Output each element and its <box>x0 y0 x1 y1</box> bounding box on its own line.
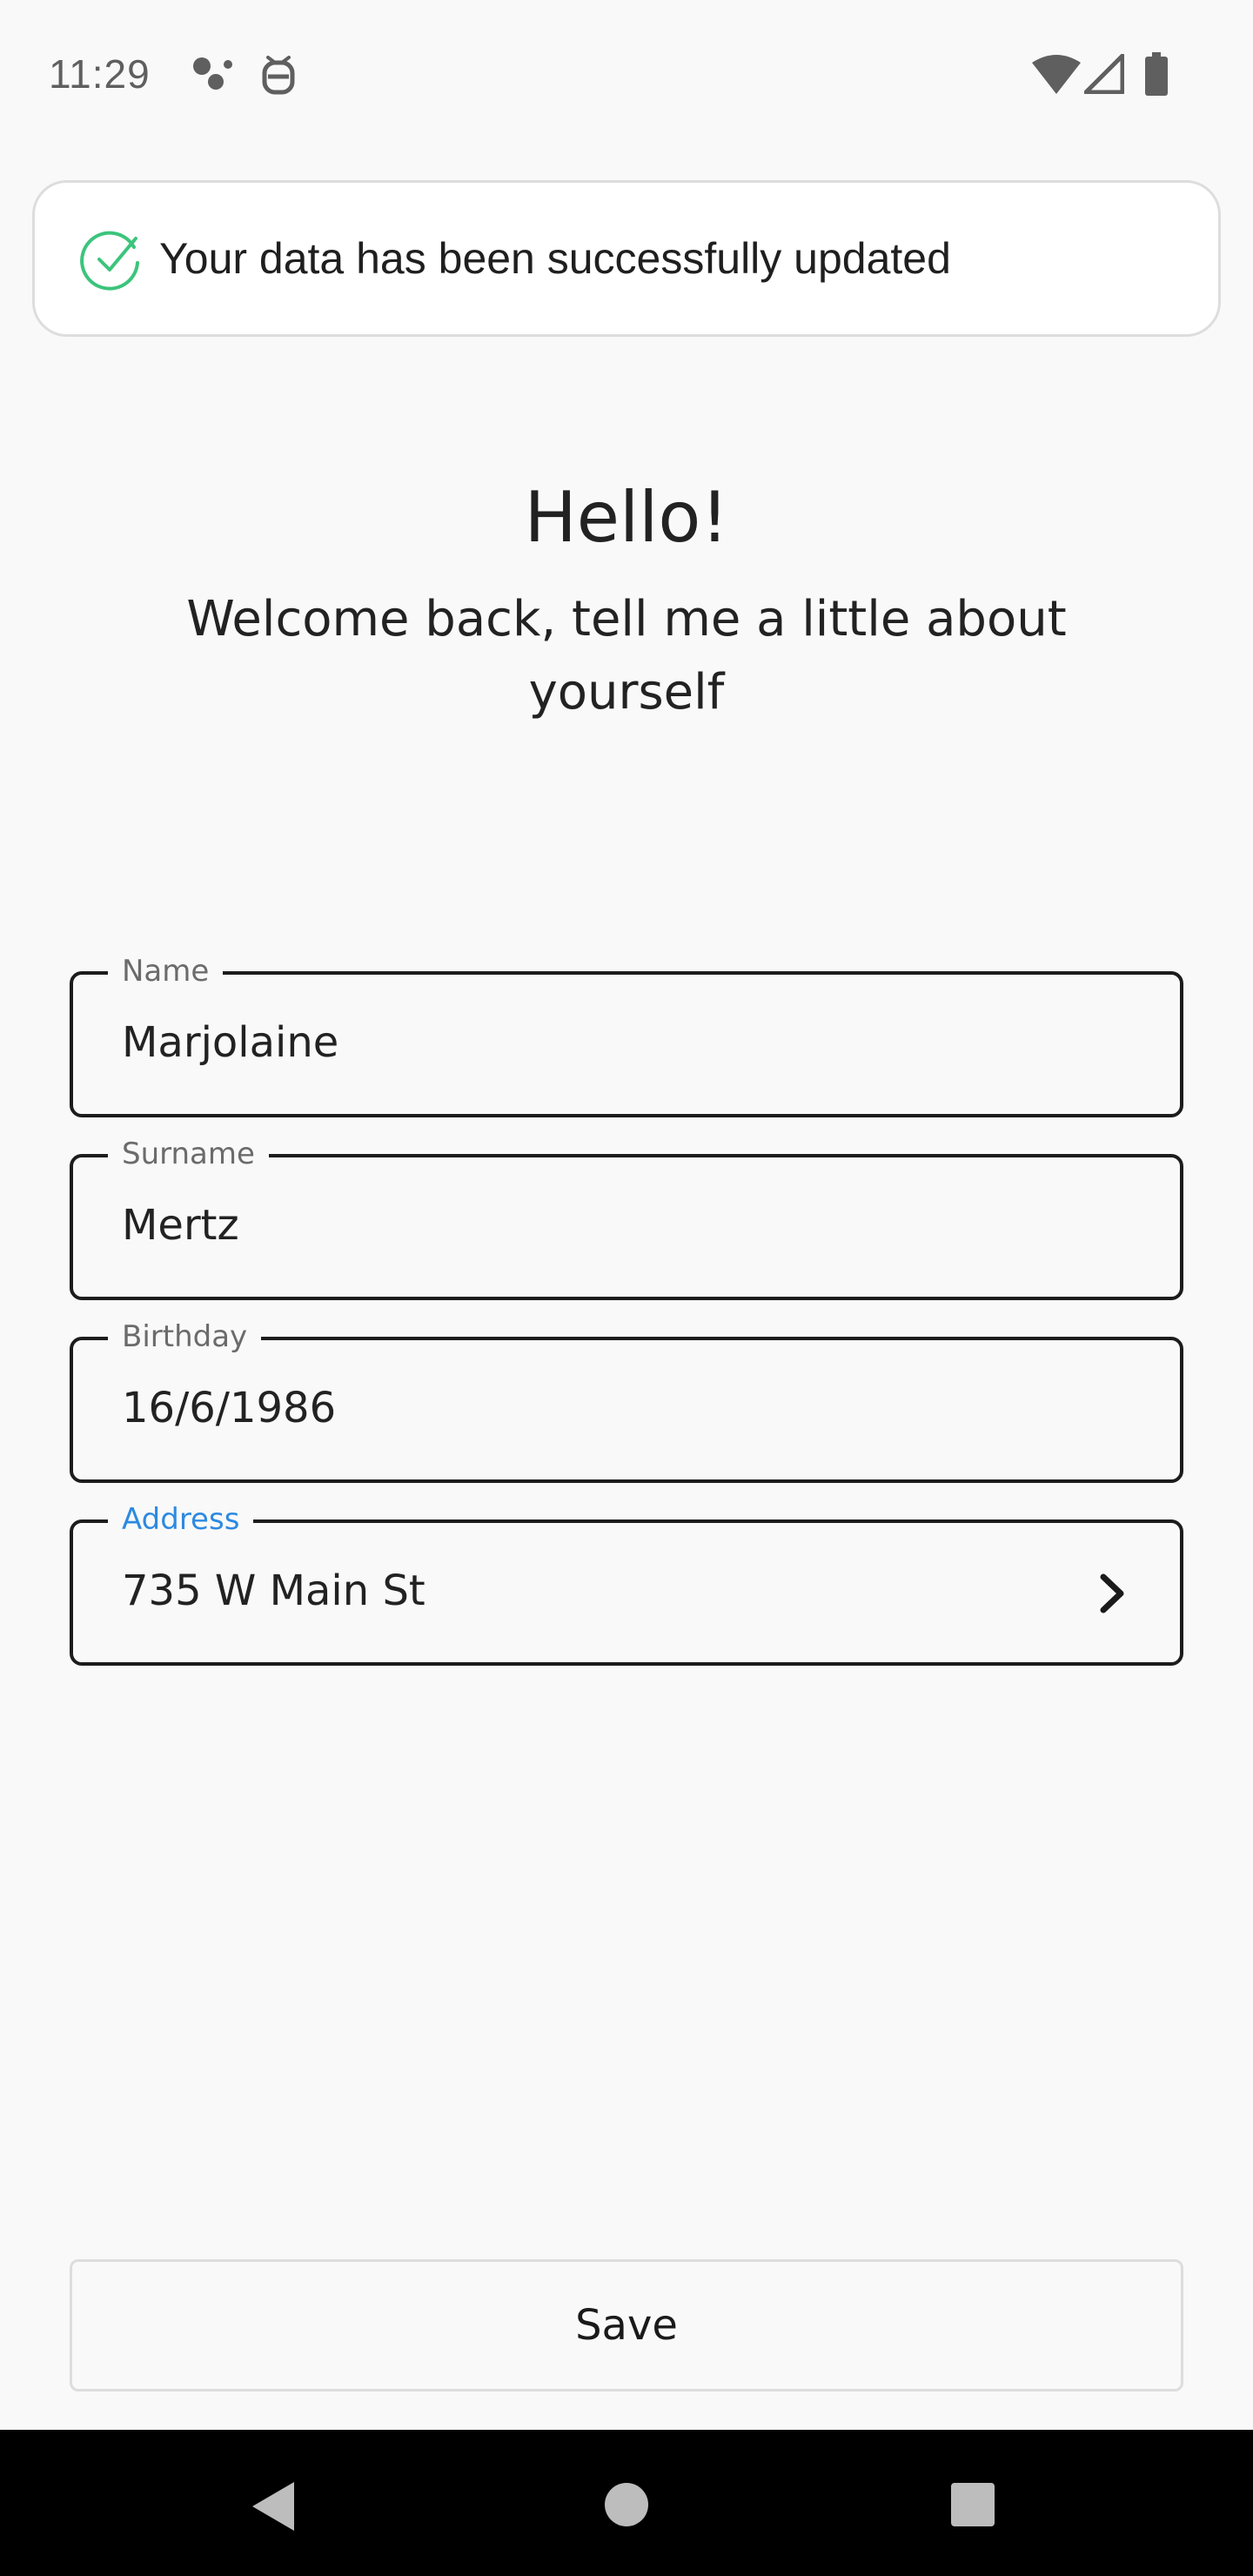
robot-face-icon <box>259 52 298 96</box>
back-triangle-icon[interactable] <box>251 2480 296 2532</box>
wifi-icon <box>1032 54 1081 94</box>
assistant-dots-icon <box>190 56 233 94</box>
surname-field-label: Surname <box>108 1137 269 1171</box>
page-subtitle: Welcome back, tell me a little about you… <box>186 591 1067 721</box>
address-field[interactable]: Address 735 W Main St <box>70 1502 1183 1666</box>
chevron-right-icon[interactable] <box>1096 1572 1128 1619</box>
recents-square-icon[interactable] <box>950 2482 995 2527</box>
check-circle-icon <box>80 228 143 294</box>
cellular-signal-icon <box>1084 54 1124 94</box>
surname-field[interactable]: Surname Mertz <box>70 1137 1183 1300</box>
success-toast: Your data has been successfully updated <box>32 180 1221 337</box>
home-circle-icon[interactable] <box>604 2482 649 2527</box>
save-button[interactable]: Save <box>70 2259 1183 2392</box>
battery-icon <box>1145 52 1168 96</box>
surname-field-value[interactable]: Mertz <box>122 1199 239 1251</box>
birthday-field[interactable]: Birthday 16/6/1986 <box>70 1319 1183 1483</box>
address-field-label: Address <box>108 1502 254 1537</box>
status-time: 11:29 <box>49 51 151 97</box>
toast-message: Your data has been successfully updated <box>159 234 951 283</box>
save-button-label: Save <box>575 2301 678 2350</box>
name-field[interactable]: Name Marjolaine <box>70 954 1183 1117</box>
status-bar: 11:29 <box>0 0 1253 148</box>
name-field-value[interactable]: Marjolaine <box>122 1016 338 1069</box>
page-title: Hello! <box>524 477 729 558</box>
system-nav-bar <box>0 2430 1253 2576</box>
birthday-field-label: Birthday <box>108 1319 262 1354</box>
name-field-label: Name <box>108 954 224 989</box>
birthday-field-value[interactable]: 16/6/1986 <box>122 1382 336 1434</box>
address-field-value[interactable]: 735 W Main St <box>122 1565 425 1617</box>
